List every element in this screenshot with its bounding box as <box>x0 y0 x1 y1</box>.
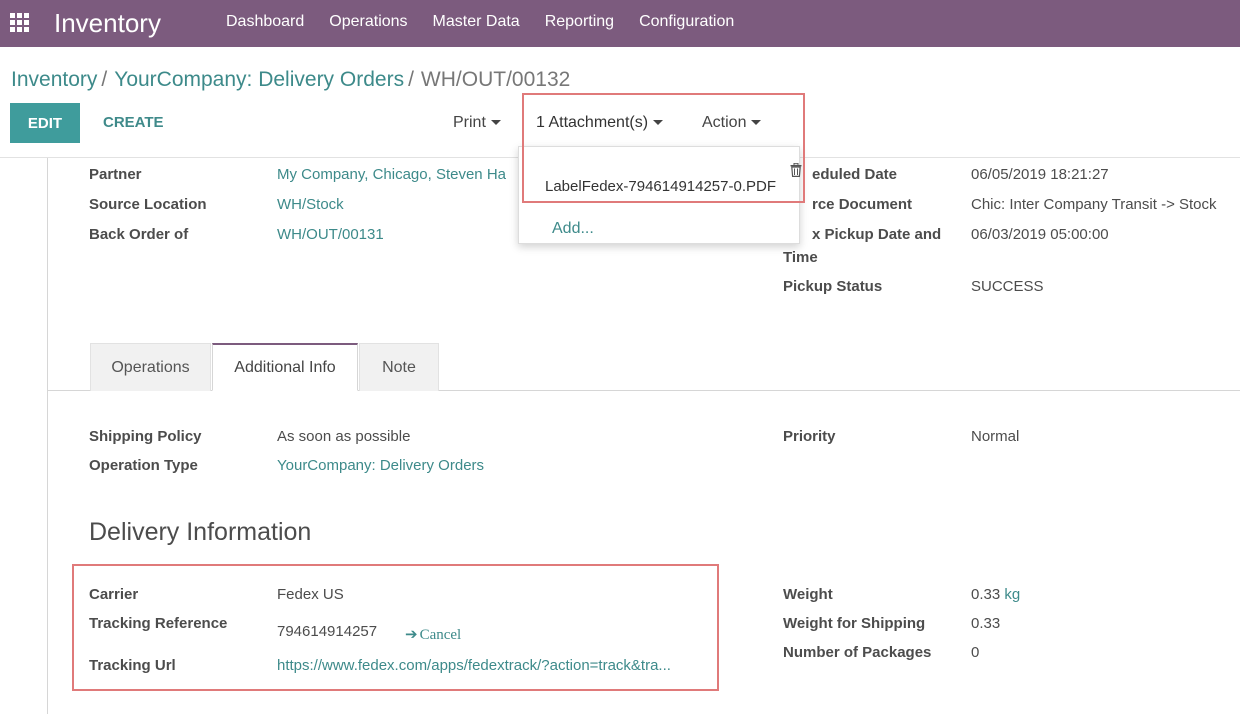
print-label: Print <box>453 114 486 131</box>
packages-label: Number of Packages <box>783 644 932 661</box>
tab-additional-info-label: Additional Info <box>234 358 336 376</box>
menu-item-master-data[interactable]: Master Data <box>433 13 520 31</box>
source-location-value[interactable]: WH/Stock <box>277 196 344 213</box>
packages-value: 0 <box>971 644 980 661</box>
attachment-file-link[interactable]: LabelFedex-794614914257-0.PDF <box>545 178 776 195</box>
scheduled-date-label: eduled Date <box>812 166 898 183</box>
app-title[interactable]: Inventory <box>54 8 161 39</box>
tracking-url-value[interactable]: https://www.fedex.com/apps/fedextrack/?a… <box>277 657 671 674</box>
delivery-information-title: Delivery Information <box>89 518 312 546</box>
weight-number: 0.33 <box>971 586 1001 603</box>
weight-value: 0.33 kg <box>971 586 1020 603</box>
pickup-date-label: x Pickup Date and <box>812 226 942 243</box>
tracking-reference-label: Tracking Reference <box>89 615 228 632</box>
source-document-label: rce Document <box>812 196 913 213</box>
shipping-policy-label: Shipping Policy <box>89 428 202 445</box>
partner-value[interactable]: My Company, Chicago, Steven Ha <box>277 166 506 183</box>
caret-down-icon <box>751 120 762 126</box>
breadcrumb-inventory[interactable]: Inventory <box>11 68 97 91</box>
tab-operations-label: Operations <box>111 358 190 376</box>
action-dropdown[interactable]: Action <box>702 114 762 132</box>
pickup-date-value: 06/03/2019 05:00:00 <box>971 226 1109 243</box>
weight-label: Weight <box>783 586 833 603</box>
weight-shipping-label: Weight for Shipping <box>783 615 926 632</box>
pickup-date-label-line2: Time <box>783 249 818 266</box>
sheet-left-border <box>47 158 48 714</box>
tab-note-label: Note <box>382 358 416 376</box>
tracking-url-label: Tracking Url <box>89 657 176 674</box>
print-dropdown[interactable]: Print <box>453 114 501 132</box>
carrier-label: Carrier <box>89 586 139 603</box>
tab-note[interactable]: Note <box>359 343 439 391</box>
shipping-policy-value: As soon as possible <box>277 428 411 445</box>
create-button[interactable]: CREATE <box>103 114 164 131</box>
back-order-value[interactable]: WH/OUT/00131 <box>277 226 384 243</box>
menu-item-dashboard[interactable]: Dashboard <box>226 13 304 31</box>
priority-label: Priority <box>783 428 836 445</box>
scheduled-date-value: 06/05/2019 18:21:27 <box>971 166 1109 183</box>
menu-item-configuration[interactable]: Configuration <box>639 13 734 31</box>
trash-icon[interactable] <box>790 163 802 177</box>
back-order-label: Back Order of <box>89 226 189 243</box>
breadcrumb-separator: / <box>408 68 414 91</box>
arrow-right-icon: ➔ <box>405 625 418 643</box>
main-menu: Dashboard Operations Master Data Reporti… <box>226 13 759 31</box>
weight-shipping-value: 0.33 <box>971 615 1001 632</box>
weight-unit-link[interactable]: kg <box>1004 586 1020 603</box>
attachments-dropdown[interactable]: 1 Attachment(s) <box>536 114 664 132</box>
action-label: Action <box>702 114 747 131</box>
breadcrumb: Inventory / YourCompany: Delivery Orders / W… <box>11 68 570 92</box>
pickup-status-value: SUCCESS <box>971 278 1044 295</box>
pickup-status-label: Pickup Status <box>783 278 883 295</box>
menu-item-operations[interactable]: Operations <box>329 13 407 31</box>
edit-button[interactable]: EDIT <box>10 103 80 143</box>
top-navbar: Inventory Dashboard Operations Master Da… <box>0 0 1240 47</box>
caret-down-icon <box>490 120 501 126</box>
tab-additional-info[interactable]: Additional Info <box>212 343 358 391</box>
source-location-label: Source Location <box>89 196 207 213</box>
caret-down-icon <box>653 120 664 126</box>
priority-value: Normal <box>971 428 1020 445</box>
partner-label: Partner <box>89 166 142 183</box>
cancel-label: Cancel <box>419 627 462 643</box>
tracking-reference-value: 794614914257 <box>277 623 378 640</box>
menu-item-reporting[interactable]: Reporting <box>545 13 614 31</box>
operation-type-value[interactable]: YourCompany: Delivery Orders <box>277 457 484 474</box>
tab-operations[interactable]: Operations <box>90 343 211 391</box>
carrier-value: Fedex US <box>277 586 344 603</box>
breadcrumb-separator: / <box>101 68 108 91</box>
add-attachment-link[interactable]: Add... <box>552 220 594 238</box>
grid-icon[interactable] <box>10 13 32 32</box>
attachments-dropdown-menu: LabelFedex-794614914257-0.PDF Add... <box>518 146 802 244</box>
operation-type-label: Operation Type <box>89 457 198 474</box>
attachments-label: 1 Attachment(s) <box>536 114 649 131</box>
cancel-shipment-link[interactable]: ➔ Cancel <box>405 625 461 644</box>
source-document-value: Chic: Inter Company Transit -> Stock <box>971 196 1217 213</box>
breadcrumb-current: WH/OUT/00132 <box>420 68 571 91</box>
breadcrumb-delivery-orders[interactable]: YourCompany: Delivery Orders <box>114 68 404 91</box>
